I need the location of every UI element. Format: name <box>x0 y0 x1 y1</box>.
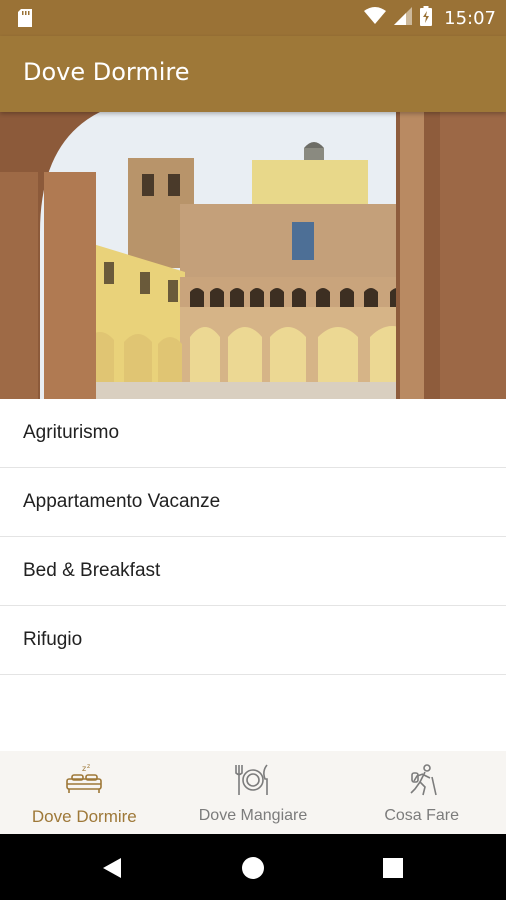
status-time: 15:07 <box>444 7 496 29</box>
list-item-rifugio[interactable]: Rifugio <box>0 606 506 675</box>
page-title: Dove Dormire <box>23 58 190 86</box>
list-item-appartamento-vacanze[interactable]: Appartamento Vacanze <box>0 468 506 537</box>
list-item-label: Agriturismo <box>23 422 120 443</box>
nav-item-dove-mangiare[interactable]: Dove Mangiare <box>169 751 338 834</box>
list-item-bed-breakfast[interactable]: Bed & Breakfast <box>0 537 506 606</box>
svg-text:z: z <box>82 764 86 773</box>
nav-item-dove-dormire[interactable]: z z Dove Dormire <box>0 751 169 834</box>
list-item-label: Appartamento Vacanze <box>23 491 221 512</box>
wifi-icon <box>364 7 387 29</box>
category-list: Agriturismo Appartamento Vacanze Bed & B… <box>0 399 506 675</box>
bed-icon: z z <box>65 763 103 801</box>
bottom-navigation: z z Dove Dormire Dove Mangiare Cosa Fare <box>0 751 506 834</box>
app-bar: Dove Dormire <box>0 36 506 112</box>
nav-label: Dove Mangiare <box>198 807 308 824</box>
status-bar: 15:07 <box>0 0 506 36</box>
cutlery-plate-icon <box>234 763 272 801</box>
sd-card-icon <box>18 9 32 31</box>
hero-image <box>0 112 506 399</box>
svg-text:z: z <box>87 763 90 770</box>
list-item-label: Rifugio <box>23 629 83 650</box>
list-item-label: Bed & Breakfast <box>23 560 161 581</box>
list-item-agriturismo[interactable]: Agriturismo <box>0 399 506 468</box>
system-navigation-bar <box>0 834 506 900</box>
back-icon[interactable] <box>92 848 132 888</box>
hiker-icon <box>403 763 441 801</box>
signal-icon <box>394 7 413 29</box>
battery-charging-icon <box>420 6 433 30</box>
recents-icon[interactable] <box>373 848 413 888</box>
nav-label: Cosa Fare <box>384 807 460 824</box>
home-icon[interactable] <box>233 848 273 888</box>
nav-item-cosa-fare[interactable]: Cosa Fare <box>337 751 506 834</box>
nav-label: Dove Dormire <box>31 807 137 826</box>
